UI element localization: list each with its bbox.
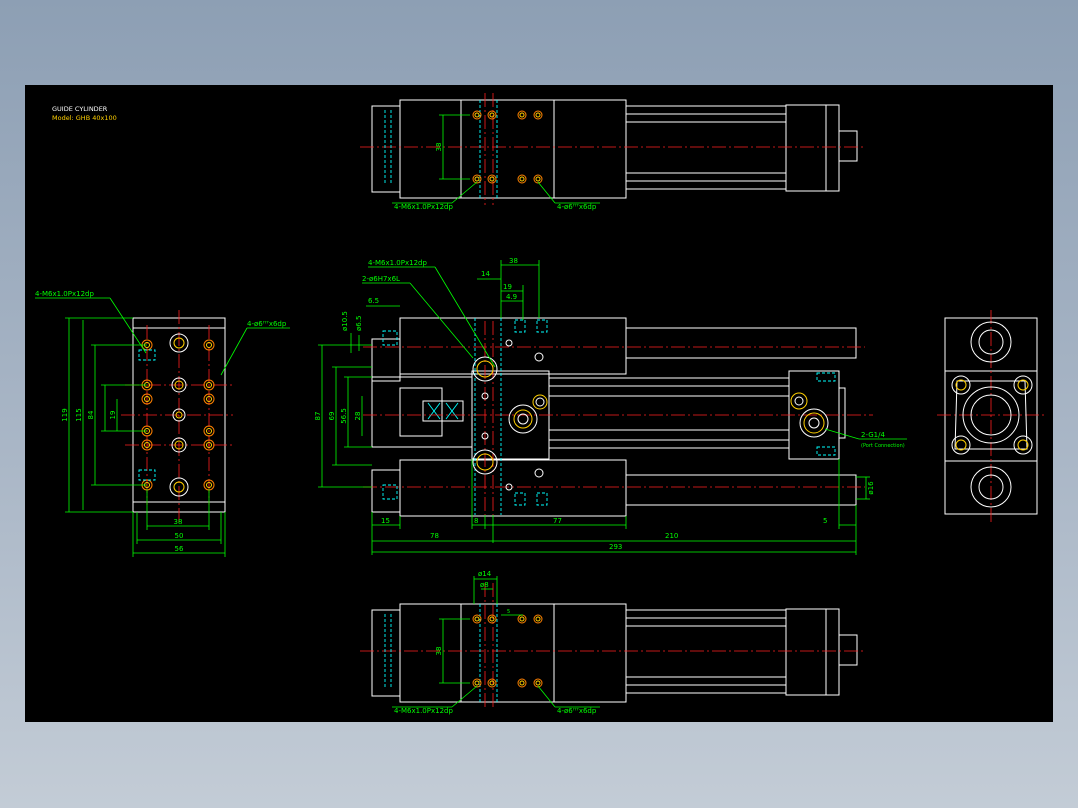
svg-text:4.9: 4.9: [506, 293, 517, 301]
svg-text:4-ø6ᴴ⁷x6dp: 4-ø6ᴴ⁷x6dp: [557, 203, 597, 211]
svg-text:6.5: 6.5: [368, 297, 379, 305]
svg-text:5: 5: [507, 609, 510, 615]
svg-text:28: 28: [354, 412, 362, 421]
svg-text:ø10.5: ø10.5: [341, 311, 349, 331]
front-view: 38 14 19 4.9 6.5 ø10.5 ø6.5 4-M6x1.0Px12…: [314, 257, 907, 555]
svg-text:5: 5: [823, 517, 827, 525]
svg-text:14: 14: [481, 270, 490, 278]
svg-text:ø6.5: ø6.5: [355, 316, 363, 331]
svg-text:8: 8: [474, 517, 478, 525]
svg-text:19: 19: [503, 283, 512, 291]
svg-text:56.5: 56.5: [340, 408, 348, 424]
cad-drawing: GUIDE CYLINDER Model: GHB 40x100 38 4-M6…: [35, 93, 1045, 715]
svg-text:38: 38: [509, 257, 518, 265]
svg-text:ø8: ø8: [480, 581, 489, 589]
svg-text:77: 77: [553, 517, 562, 525]
drawing-title: GUIDE CYLINDER: [52, 105, 108, 113]
svg-text:ø16: ø16: [867, 481, 875, 495]
svg-text:293: 293: [609, 543, 622, 551]
svg-text:(Port Connection): (Port Connection): [861, 443, 905, 449]
svg-text:2-G1/4: 2-G1/4: [861, 431, 885, 439]
svg-text:56: 56: [175, 545, 184, 553]
side-view: 119 115 84 19 38 50 56 4-M6x1.0Px12dp 4-…: [35, 290, 290, 557]
svg-text:2-ø6H7x6L: 2-ø6H7x6L: [362, 275, 400, 283]
svg-text:4-M6x1.0Px12dp: 4-M6x1.0Px12dp: [35, 290, 94, 298]
svg-text:50: 50: [175, 532, 184, 540]
svg-text:78: 78: [430, 532, 439, 540]
model-label: Model: GHB 40x100: [52, 114, 117, 122]
svg-text:38: 38: [174, 518, 183, 526]
bottom-view: 38 ø14 ø8 5 4-M6x1.0Px12dp 4-ø6ᴴ⁷x6dp: [360, 570, 865, 715]
svg-text:38: 38: [435, 647, 443, 656]
top-view: 38 4-M6x1.0Px12dp 4-ø6ᴴ⁷x6dp: [360, 93, 865, 211]
svg-text:38: 38: [435, 143, 443, 152]
svg-text:210: 210: [665, 532, 678, 540]
svg-text:4-M6x1.0Px12dp: 4-M6x1.0Px12dp: [394, 707, 453, 715]
svg-text:ø14: ø14: [478, 570, 492, 578]
end-view: [937, 310, 1045, 523]
svg-text:69: 69: [328, 412, 336, 421]
svg-text:15: 15: [381, 517, 390, 525]
svg-text:115: 115: [75, 408, 83, 421]
drawing-canvas[interactable]: GUIDE CYLINDER Model: GHB 40x100 38 4-M6…: [25, 85, 1053, 722]
svg-text:4-ø6ᴴ⁷x6dp: 4-ø6ᴴ⁷x6dp: [557, 707, 597, 715]
svg-text:84: 84: [87, 410, 95, 419]
svg-text:4-M6x1.0Px12dp: 4-M6x1.0Px12dp: [394, 203, 453, 211]
svg-text:87: 87: [314, 412, 322, 421]
svg-text:4-M6x1.0Px12dp: 4-M6x1.0Px12dp: [368, 259, 427, 267]
svg-text:119: 119: [61, 408, 69, 421]
svg-text:4-ø6ᴴ⁷x6dp: 4-ø6ᴴ⁷x6dp: [247, 320, 287, 328]
svg-text:19: 19: [109, 411, 117, 420]
